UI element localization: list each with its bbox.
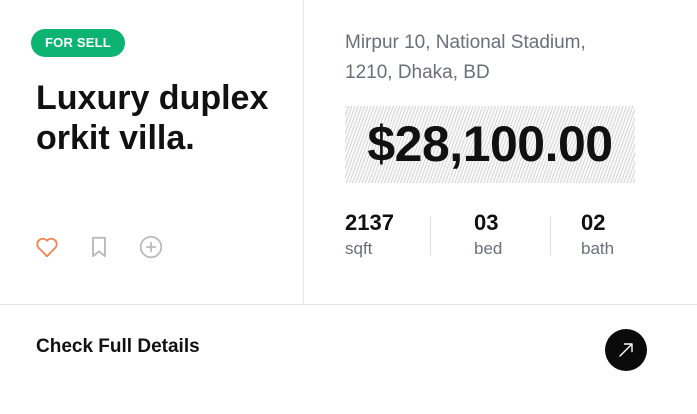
stat-divider <box>550 217 551 255</box>
stat-bath: 02 bath <box>581 210 614 262</box>
price-panel: $28,100.00 <box>345 106 635 183</box>
listing-price: $28,100.00 <box>367 116 613 172</box>
check-full-details-link[interactable]: Check Full Details <box>36 334 200 360</box>
address-line-2: 1210, Dhaka, BD <box>345 62 490 83</box>
stat-value: 03 <box>474 210 499 235</box>
address-line-1: Mirpur 10, National Stadium, <box>345 32 586 53</box>
open-details-button[interactable] <box>605 329 647 371</box>
listing-address: Mirpur 10, National Stadium, 1210, Dhaka… <box>345 28 635 88</box>
stat-value: 02 <box>581 210 606 235</box>
plus-circle-icon[interactable] <box>138 234 164 260</box>
stat-unit: sqft <box>345 239 373 258</box>
listing-title: Luxury duplex orkit villa. <box>36 79 269 157</box>
stat-unit: bath <box>581 239 615 258</box>
stat-bed: 03 bed <box>474 210 502 262</box>
property-card: FOR SELL Luxury duplex orkit villa. Mirp… <box>0 0 697 414</box>
stat-sqft: 2137 sqft <box>345 210 394 262</box>
stat-value: 2137 <box>345 210 394 235</box>
stat-divider <box>430 217 431 255</box>
listing-summary-panel: FOR SELL Luxury duplex orkit villa. <box>0 0 304 304</box>
heart-icon[interactable] <box>34 234 60 260</box>
status-badge: FOR SELL <box>31 29 125 57</box>
arrow-up-right-icon <box>619 343 633 357</box>
stat-unit: bed <box>474 239 503 258</box>
bookmark-icon[interactable] <box>86 234 112 260</box>
section-divider <box>0 304 697 305</box>
